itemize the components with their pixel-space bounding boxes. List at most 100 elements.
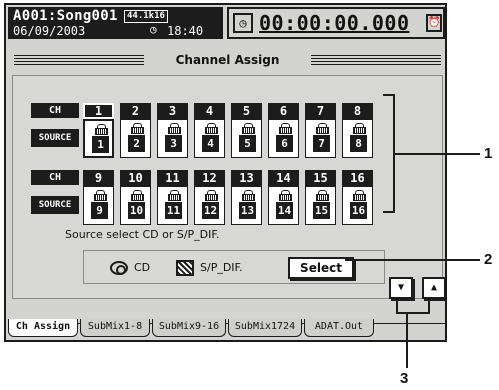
source-label-row2: SOURCE [31,196,79,214]
tab-adat-out[interactable]: ADAT.Out [304,319,374,337]
channel-number[interactable]: 6 [268,103,299,119]
source-cell[interactable]: 15 [305,186,336,225]
source-track-number: 5 [239,135,256,152]
source-cell[interactable]: 8 [342,119,373,158]
track-input-icon [94,124,108,135]
track-input-icon [352,123,366,134]
scroll-up-icon[interactable]: ▲ [422,277,445,299]
channel-number[interactable]: 12 [194,170,225,186]
callout2-leader [345,259,480,261]
channel-number[interactable]: 8 [342,103,373,119]
source-track-number: 14 [276,202,293,219]
song-name: A001:Song001 [13,8,118,24]
spdif-icon[interactable] [176,260,194,276]
source-track-number: 8 [350,135,367,152]
cd-option-label[interactable]: CD [134,261,150,274]
page-title: Channel Assign [175,53,280,67]
channel-number[interactable]: 14 [268,170,299,186]
source-cell[interactable]: 16 [342,186,373,225]
track-input-icon [315,190,329,201]
source-cell[interactable]: 4 [194,119,225,158]
source-cell[interactable]: 1 [83,119,114,158]
ch-label-row1: CH [31,103,79,118]
source-cell[interactable]: 2 [120,119,151,158]
tab-ch-assign[interactable]: Ch Assign [8,319,78,337]
clock-icon: ◷ [150,23,157,36]
counter-display: ◷ 00:00:00.000 ⏰ [227,7,445,39]
ch-label-row2: CH [31,170,79,185]
callout1-leader [395,153,480,155]
track-input-icon [241,123,255,134]
source-cell[interactable]: 11 [157,186,188,225]
tab-submix9-16[interactable]: SubMix9-16 [152,319,226,337]
source-cell[interactable]: 12 [194,186,225,225]
channel-number[interactable]: 5 [231,103,262,119]
track-input-icon [167,190,181,201]
source-label-row1: SOURCE [31,129,79,147]
source-track-number: 9 [91,202,108,219]
track-input-icon [204,190,218,201]
track-input-icon [315,123,329,134]
source-cell[interactable]: 14 [268,186,299,225]
track-input-icon [204,123,218,134]
channel-number[interactable]: 9 [83,170,114,186]
channel-number[interactable]: 3 [157,103,188,119]
callout3-leader [406,312,408,368]
channel-number[interactable]: 2 [120,103,151,119]
source-track-number: 3 [165,135,182,152]
source-track-number: 15 [313,202,330,219]
time-counter: 00:00:00.000 [259,11,410,35]
tab-bar: Ch Assign SubMix1-8 SubMix9-16 SubMix172… [4,319,444,337]
source-cell[interactable]: 10 [120,186,151,225]
source-cell[interactable]: 13 [231,186,262,225]
source-track-number: 7 [313,135,330,152]
source-track-number: 6 [276,135,293,152]
channel-number[interactable]: 10 [120,170,151,186]
scroll-down-icon[interactable]: ▼ [389,277,413,299]
source-track-number: 13 [239,202,256,219]
source-track-number: 2 [128,135,145,152]
alarm-clock-icon: ⏰ [426,14,442,32]
source-cell[interactable]: 7 [305,119,336,158]
channel-number[interactable]: 7 [305,103,336,119]
track-input-icon [278,123,292,134]
sample-rate-badge: 44.1k16 [124,10,168,23]
source-cell[interactable]: 9 [83,186,114,225]
cd-icon[interactable] [110,261,128,275]
track-input-icon [93,190,107,201]
track-input-icon [130,190,144,201]
channel-number[interactable]: 16 [342,170,373,186]
hint-text: Source select CD or S/P_DIF. [65,228,220,241]
date-readout: 06/09/2003 [13,24,86,38]
tab-submix1724[interactable]: SubMix1724 [228,319,302,337]
source-cell[interactable]: 6 [268,119,299,158]
spdif-option-label[interactable]: S/P_DIF. [200,261,243,274]
source-track-number: 11 [165,202,182,219]
channel-number[interactable]: 11 [157,170,188,186]
lcd-screen: A001:Song001 44.1k16 06/09/2003 ◷ 18:40 … [4,3,447,342]
track-input-icon [130,123,144,134]
track-input-icon [352,190,366,201]
channel-number[interactable]: 4 [194,103,225,119]
channel-number[interactable]: 13 [231,170,262,186]
source-select-box: CD S/P_DIF. Select [83,250,385,284]
source-cell[interactable]: 3 [157,119,188,158]
channel-number[interactable]: 15 [305,170,336,186]
callout-3: 3 [400,370,409,387]
source-track-number: 12 [202,202,219,219]
callout1-bracket-bottom [383,211,395,213]
page-title-bar: Channel Assign [14,51,441,71]
channel-number[interactable]: 1 [83,103,114,119]
callout3-bracket [396,312,430,314]
track-input-icon [167,123,181,134]
tab-submix1-8[interactable]: SubMix1-8 [80,319,150,337]
track-input-icon [241,190,255,201]
channel-assign-panel: CH SOURCE CH SOURCE 1 1 2 2 3 3 4 4 5 5 6 6 7 7 8 8 9 9 10… [12,75,445,299]
callout-2: 2 [484,251,493,268]
time-readout: 18:40 [167,24,204,38]
source-cell[interactable]: 5 [231,119,262,158]
song-header: A001:Song001 44.1k16 06/09/2003 ◷ 18:40 [8,7,223,39]
timecode-icon: ◷ [233,13,253,33]
source-track-number: 4 [202,135,219,152]
source-track-number: 10 [128,202,145,219]
